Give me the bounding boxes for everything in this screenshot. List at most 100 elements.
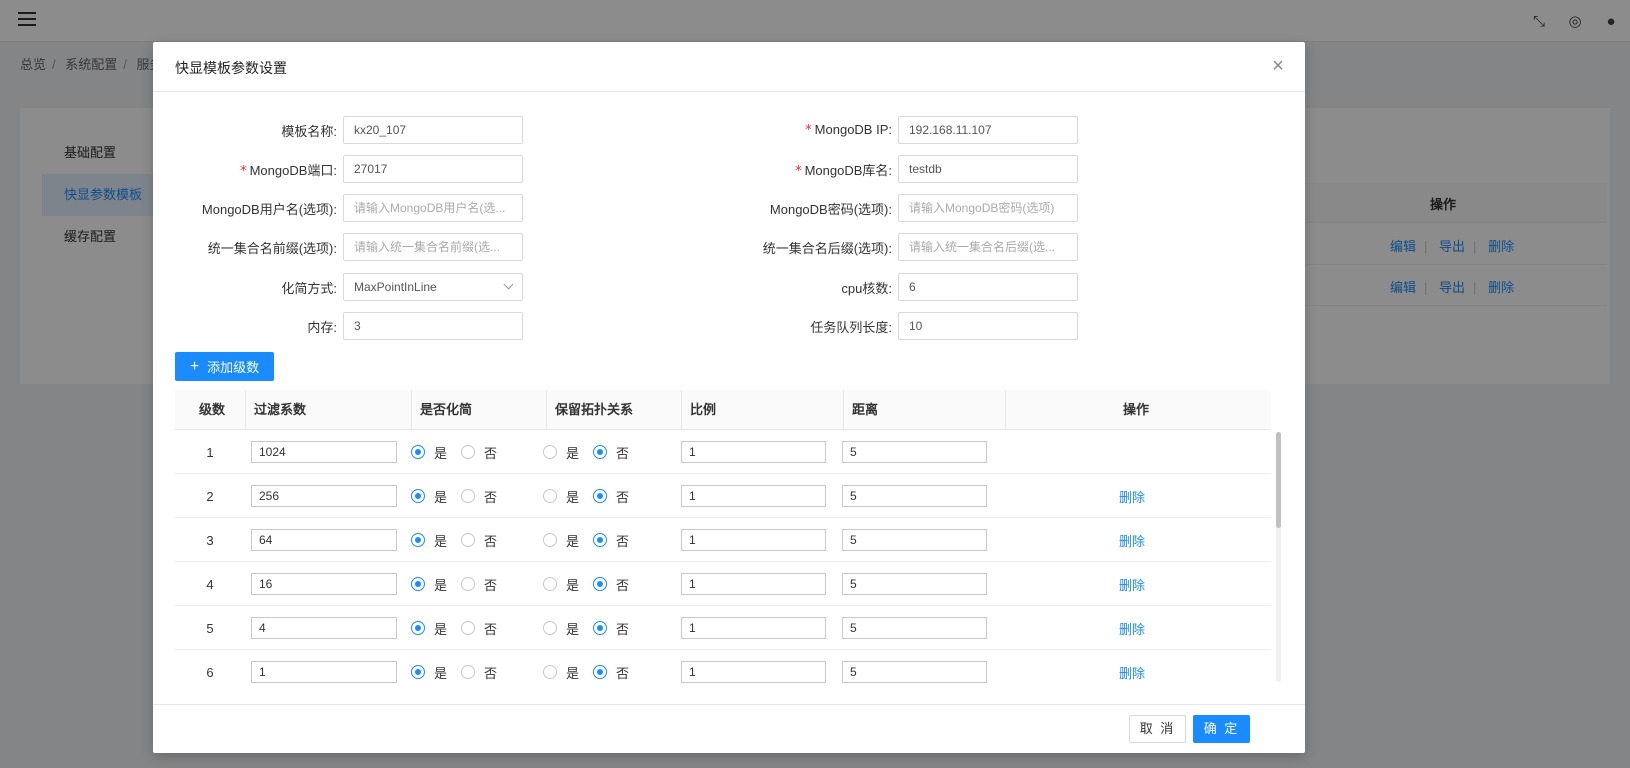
modal-footer: 取 消 确 定: [153, 704, 1305, 753]
ratio-input[interactable]: 1: [681, 617, 826, 639]
simplify-yes-radio[interactable]: [411, 445, 425, 459]
delete-level-link[interactable]: 删除: [1119, 619, 1145, 638]
topology-no-radio[interactable]: [593, 489, 608, 503]
topology-yes-radio[interactable]: [543, 577, 557, 591]
topology-yes-radio[interactable]: [543, 489, 557, 503]
suffix-input[interactable]: 请输入统一集合名后缀(选...: [898, 233, 1078, 261]
yes-label: 是: [434, 621, 448, 637]
level-number: 4: [206, 576, 214, 592]
no-label: 否: [484, 445, 498, 461]
prefix-input[interactable]: 请输入统一集合名前缀(选...: [343, 233, 523, 261]
template-name-input[interactable]: kx20_107: [343, 116, 523, 144]
table-row: 5 4 是否是否 1 5 删除: [175, 606, 1271, 650]
ratio-input[interactable]: 1: [681, 661, 826, 683]
ratio-cell: 1: [681, 474, 826, 518]
cpu-input[interactable]: 6: [898, 273, 1078, 301]
distance-cell: 5: [842, 606, 987, 650]
table-row: 2 256 是否是否 1 5 删除: [175, 474, 1271, 518]
delete-level-link[interactable]: 删除: [1119, 531, 1145, 550]
level-cell: 1: [175, 430, 245, 474]
simplify-yes-radio[interactable]: [411, 665, 425, 679]
delete-level-link[interactable]: 删除: [1119, 487, 1145, 506]
simplify-no-radio[interactable]: [461, 665, 476, 679]
yes-label: 是: [566, 577, 580, 593]
distance-cell: 5: [842, 562, 987, 606]
ratio-input[interactable]: 1: [681, 441, 826, 463]
distance-cell: 5: [842, 474, 987, 518]
mongo-pwd-label: MongoDB密码(选项):: [769, 201, 892, 217]
mongo-db-label: * MongoDB库名:: [795, 162, 892, 179]
no-label: 否: [484, 621, 498, 637]
filter-input[interactable]: 16: [251, 573, 397, 595]
topology-no-radio[interactable]: [593, 577, 608, 591]
mongo-port-input[interactable]: 27017: [343, 155, 523, 183]
no-label: 否: [484, 577, 498, 593]
field-cpu: cpu核数: 6: [708, 273, 1078, 301]
simplify-select[interactable]: MaxPointInLine: [343, 273, 523, 301]
filter-input[interactable]: 4: [251, 617, 397, 639]
distance-cell: 5: [842, 518, 987, 562]
ok-button[interactable]: 确 定: [1193, 715, 1250, 743]
topology-no-radio[interactable]: [593, 665, 608, 679]
scrollbar-thumb[interactable]: [1276, 432, 1281, 528]
table-row: 3 64 是否是否 1 5 删除: [175, 518, 1271, 562]
distance-input[interactable]: 5: [842, 485, 987, 507]
simplify-no-radio[interactable]: [461, 533, 476, 547]
simplify-yes-radio[interactable]: [411, 577, 425, 591]
distance-input[interactable]: 5: [842, 529, 987, 551]
simplify-no-radio[interactable]: [461, 621, 476, 635]
ratio-input[interactable]: 1: [681, 485, 826, 507]
mongo-ip-input[interactable]: 192.168.11.107: [898, 116, 1078, 144]
cancel-button[interactable]: 取 消: [1129, 715, 1186, 743]
filter-input[interactable]: 1024: [251, 441, 397, 463]
col-actions: 操作: [1123, 402, 1150, 417]
topology-yes-radio[interactable]: [543, 665, 557, 679]
distance-input[interactable]: 5: [842, 661, 987, 683]
topology-no-radio[interactable]: [593, 445, 608, 459]
yes-label: 是: [566, 533, 580, 549]
yes-label: 是: [434, 489, 448, 505]
action-cell: 删除: [993, 650, 1271, 686]
simplify-no-radio[interactable]: [461, 445, 476, 459]
topology-yes-radio[interactable]: [543, 621, 557, 635]
no-label: 否: [616, 665, 630, 681]
ratio-input[interactable]: 1: [681, 529, 826, 551]
ratio-input[interactable]: 1: [681, 573, 826, 595]
add-level-button[interactable]: + 添加级数: [175, 352, 274, 381]
no-label: 否: [484, 665, 498, 681]
simplify-yes-radio[interactable]: [411, 489, 425, 503]
field-simplify: 化简方式: MaxPointInLine: [153, 273, 523, 301]
field-mongo-port: * MongoDB端口: 27017: [153, 155, 523, 183]
filter-input[interactable]: 1: [251, 661, 397, 683]
distance-input[interactable]: 5: [842, 617, 987, 639]
level-number: 6: [206, 664, 214, 680]
memory-input[interactable]: 3: [343, 312, 523, 340]
distance-input[interactable]: 5: [842, 573, 987, 595]
template-settings-modal: 快显模板参数设置 × 模板名称: kx20_107 * MongoDB端口: 27…: [153, 42, 1305, 753]
queue-input[interactable]: 10: [898, 312, 1078, 340]
simplify-yes-radio[interactable]: [411, 621, 425, 635]
topology-cell: 是否: [543, 474, 643, 518]
delete-level-link[interactable]: 删除: [1119, 663, 1145, 682]
mongo-pwd-input[interactable]: 请输入MongoDB密码(选项): [898, 194, 1078, 222]
simplify-no-radio[interactable]: [461, 489, 476, 503]
mongo-user-input[interactable]: 请输入MongoDB用户名(选...: [343, 194, 523, 222]
simplify-yes-radio[interactable]: [411, 533, 425, 547]
filter-input[interactable]: 64: [251, 529, 397, 551]
topology-no-radio[interactable]: [593, 621, 608, 635]
topology-cell: 是否: [543, 518, 643, 562]
delete-level-link[interactable]: 删除: [1119, 575, 1145, 594]
filter-input[interactable]: 256: [251, 485, 397, 507]
filter-cell: 64: [251, 518, 397, 562]
mongo-db-input[interactable]: testdb: [898, 155, 1078, 183]
distance-input[interactable]: 5: [842, 441, 987, 463]
topology-yes-radio[interactable]: [543, 533, 557, 547]
close-icon[interactable]: ×: [1267, 55, 1289, 77]
no-label: 否: [616, 577, 630, 593]
topology-yes-radio[interactable]: [543, 445, 557, 459]
table-scrollbar[interactable]: [1276, 432, 1281, 682]
levels-table: 级数 过滤系数 是否化简 保留拓扑关系 比例 距离 操作 1 1024 是否是否 1 5…: [175, 390, 1285, 686]
topology-no-radio[interactable]: [593, 533, 608, 547]
simplify-no-radio[interactable]: [461, 577, 476, 591]
field-mongo-ip: * MongoDB IP: 192.168.11.107: [708, 116, 1078, 144]
